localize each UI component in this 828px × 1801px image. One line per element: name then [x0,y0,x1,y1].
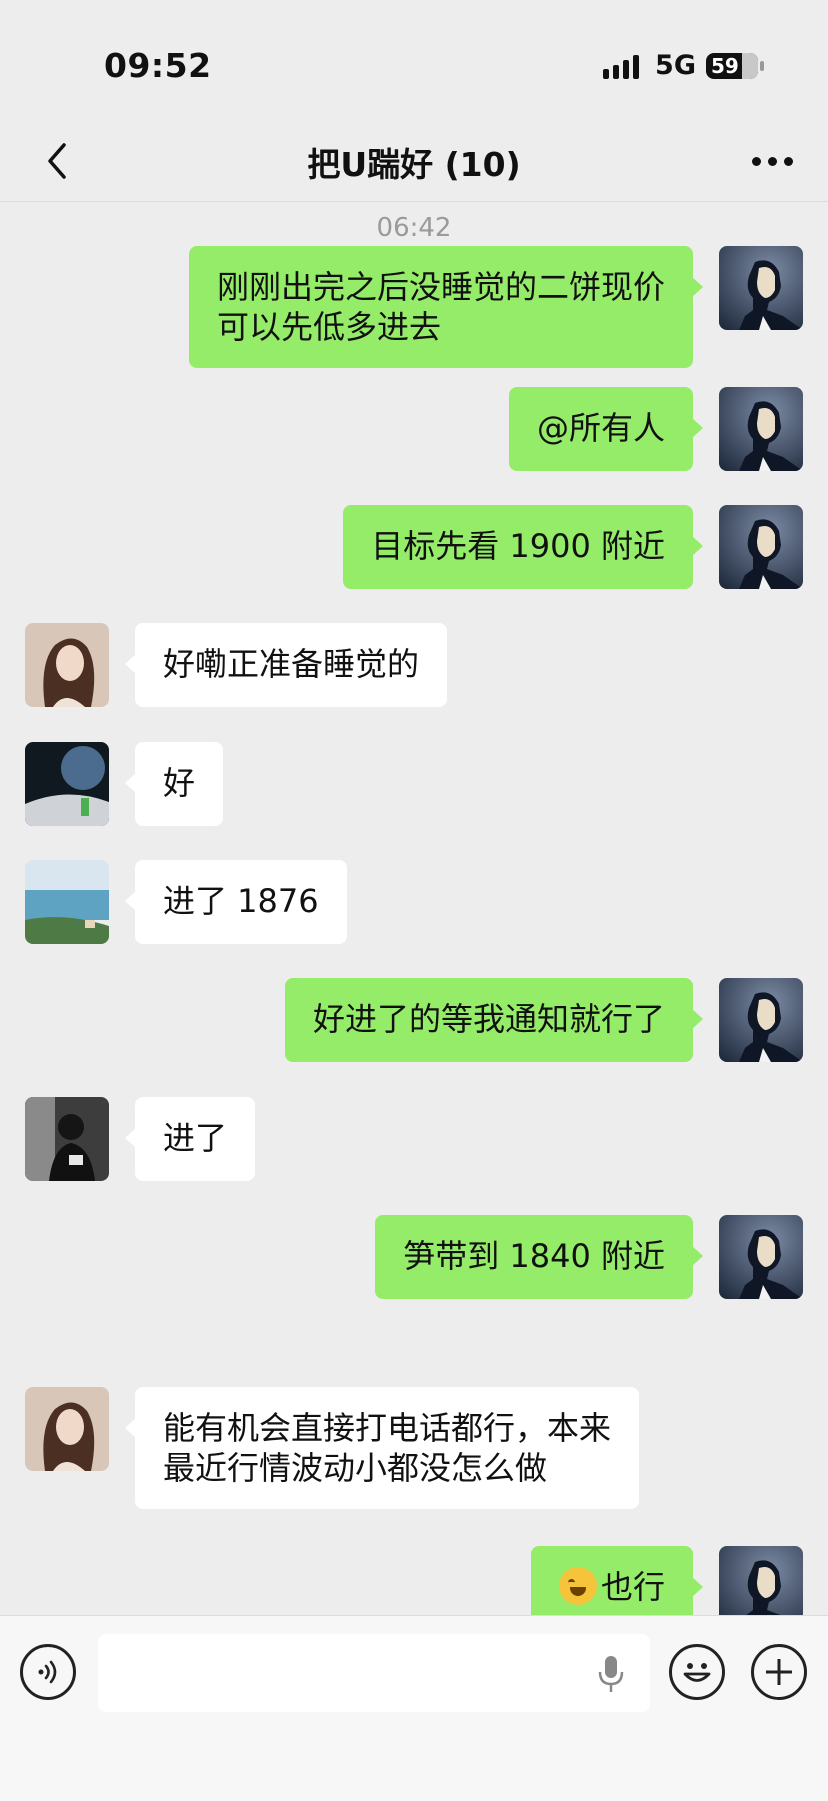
status-bar: 09:52 5G 59 [0,0,828,120]
status-time: 09:52 [104,46,212,85]
emoji-button[interactable] [669,1644,725,1700]
laughing-emoji-icon [558,1567,597,1605]
avatar[interactable] [719,505,803,589]
message-bubble[interactable]: 笋带到 1840 附近 [375,1215,703,1299]
message-text: 好嘞正准备睡觉的 [163,645,420,683]
avatar[interactable] [719,246,803,330]
avatar[interactable] [25,860,109,944]
more-actions-button[interactable] [751,1644,807,1700]
voice-input-button[interactable] [20,1644,76,1700]
message-text: 好 [163,764,196,802]
message-bubble[interactable]: 好 [124,742,224,826]
message-text: 进了 [163,1119,228,1157]
message-text: @所有人 [536,409,665,447]
battery-level: 59 [711,53,739,78]
voice-icon [38,1660,57,1684]
input-bar [0,1615,828,1801]
message-text: 好进了的等我通知就行了 [312,1000,665,1038]
network-type: 5G [655,50,696,81]
message-bubble[interactable]: 能有机会直接打电话都行，本来 最近行情波动小都没怎么做 [124,1387,640,1509]
avatar[interactable] [719,387,803,471]
microphone-icon[interactable] [596,1654,626,1694]
message-input[interactable] [98,1634,650,1712]
avatar[interactable] [719,978,803,1062]
avatar[interactable] [25,623,109,707]
message-bubble[interactable]: 好嘞正准备睡觉的 [124,623,448,707]
message-bubble[interactable]: 好进了的等我通知就行了 [284,978,704,1062]
message-timestamp: 06:42 [376,213,452,243]
more-dots-icon [752,156,761,166]
more-button[interactable] [752,148,802,174]
avatar[interactable] [25,742,109,826]
avatar[interactable] [25,1097,109,1181]
message-text: 目标先看 1900 附近 [371,527,665,565]
status-indicators: 5G 59 [603,50,764,81]
battery-icon: 59 [706,52,764,79]
chat-area[interactable]: 06:42 刚刚出完之后没睡觉的二饼现价 可以先低多进去 @所有人目标先看 190… [0,203,828,1615]
smiley-icon [683,1663,711,1682]
plus-icon [766,1659,792,1685]
message-bubble[interactable]: @所有人 [508,387,704,471]
message-text: 能有机会直接打电话都行，本来 最近行情波动小都没怎么做 [163,1409,612,1487]
chat-title: 把U踹好 (10) [307,145,521,184]
message-text: 刚刚出完之后没睡觉的二饼现价 可以先低多进去 [216,268,665,346]
signal-icon [603,53,640,79]
avatar[interactable] [719,1215,803,1299]
avatar[interactable] [719,1546,803,1615]
message-bubble[interactable]: 刚刚出完之后没睡觉的二饼现价 可以先低多进去 [188,246,704,368]
nav-bar: 把U踹好 (10) [0,120,828,202]
avatar[interactable] [25,1387,109,1471]
message-bubble[interactable]: 进了 [124,1097,256,1181]
message-text: 进了 1876 [163,882,319,920]
message-text: 也行 [600,1568,665,1606]
message-bubble[interactable]: 进了 1876 [125,860,347,944]
message-text: 笋带到 1840 附近 [403,1237,665,1275]
message-bubble[interactable]: 目标先看 1900 附近 [343,505,703,589]
message-bubble[interactable]: 也行 [530,1546,704,1615]
